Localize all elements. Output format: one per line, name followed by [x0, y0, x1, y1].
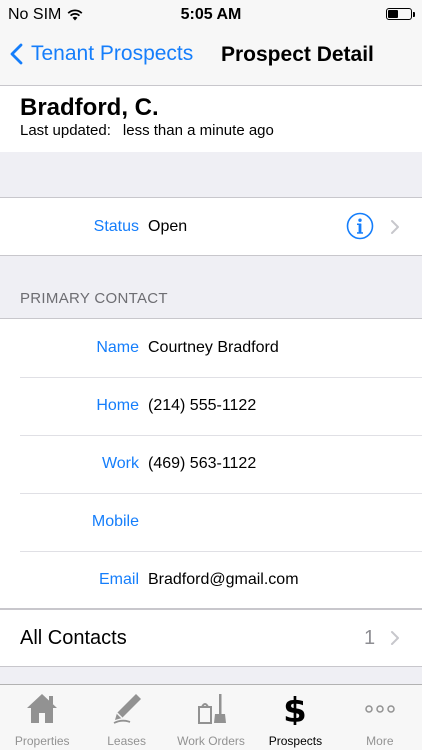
info-icon[interactable] — [346, 212, 374, 240]
tab-properties-label: Properties — [14, 734, 70, 748]
contact-row-mobile[interactable]: Mobile — [0, 493, 422, 551]
navigation-bar: Tenant Prospects Prospect Detail — [0, 30, 422, 86]
battery-icon — [386, 8, 415, 20]
chevron-right-icon — [391, 220, 399, 234]
prospect-header: Bradford, C. Last updated: less than a mi… — [0, 86, 422, 152]
contact-row-work[interactable]: Work (469) 563-1122 — [0, 435, 422, 493]
tab-properties[interactable]: Properties — [0, 685, 84, 750]
name-value: Courtney Bradford — [148, 339, 279, 356]
contact-row-home[interactable]: Home (214) 555-1122 — [0, 377, 422, 435]
section-header-primary-contact: PRIMARY CONTACT — [20, 290, 168, 307]
status-value: Open — [148, 218, 188, 235]
house-icon — [27, 694, 58, 723]
tab-leases[interactable]: Leases — [84, 685, 168, 750]
chevron-left-icon — [10, 43, 23, 65]
status-row[interactable]: Status Open — [0, 198, 422, 256]
last-updated-value: less than a minute ago — [122, 122, 274, 139]
work-phone-value[interactable]: (469) 563-1122 — [148, 435, 256, 493]
status-time: 5:05 AM — [180, 6, 242, 23]
dollar-icon: $ — [284, 691, 308, 725]
pen-icon — [113, 694, 141, 724]
work-label: Work — [101, 455, 139, 472]
mobile-label: Mobile — [91, 513, 139, 530]
svg-text:$: $ — [284, 691, 308, 725]
status-label: Status — [93, 218, 139, 235]
all-contacts-count: 1 — [364, 627, 376, 649]
name-label: Name — [96, 339, 139, 356]
last-updated-label: Last updated: — [20, 122, 111, 139]
all-contacts-label: All Contacts — [20, 627, 127, 649]
tab-leases-label: Leases — [107, 734, 146, 748]
tab-work-orders-label: Work Orders — [177, 734, 245, 748]
tools-icon — [198, 694, 227, 724]
home-label: Home — [96, 397, 139, 414]
email-value[interactable]: Bradford@gmail.com — [148, 551, 299, 609]
primary-contact-group: Name Courtney Bradford Home (214) 555-11… — [0, 318, 422, 609]
back-button-label: Tenant Prospects — [31, 42, 194, 65]
contact-row-email[interactable]: Email Bradford@gmail.com — [0, 551, 422, 609]
tab-work-orders[interactable]: Work Orders — [169, 685, 253, 750]
page-title: Prospect Detail — [221, 43, 374, 66]
contact-row-name[interactable]: Name Courtney Bradford — [0, 319, 422, 377]
status-bar: No SIM 5:05 AM — [0, 0, 422, 30]
all-contacts-row[interactable]: All Contacts 1 — [0, 609, 422, 667]
back-button[interactable]: Tenant Prospects — [10, 42, 193, 66]
last-updated: Last updated: less than a minute ago — [20, 122, 274, 139]
tab-more[interactable]: More — [338, 685, 422, 750]
tab-more-label: More — [366, 734, 394, 748]
chevron-right-icon — [391, 631, 399, 645]
more-dots-icon — [365, 705, 395, 713]
tab-prospects[interactable]: $ Prospects — [253, 685, 337, 750]
home-phone-value[interactable]: (214) 555-1122 — [148, 377, 256, 435]
email-label: Email — [98, 571, 139, 588]
status-group: Status Open — [0, 197, 422, 256]
tab-bar: Properties Leases Work Orders $ Prospect… — [0, 684, 422, 750]
prospect-name: Bradford, C. — [20, 94, 159, 121]
tab-prospects-label: Prospects — [268, 734, 323, 748]
